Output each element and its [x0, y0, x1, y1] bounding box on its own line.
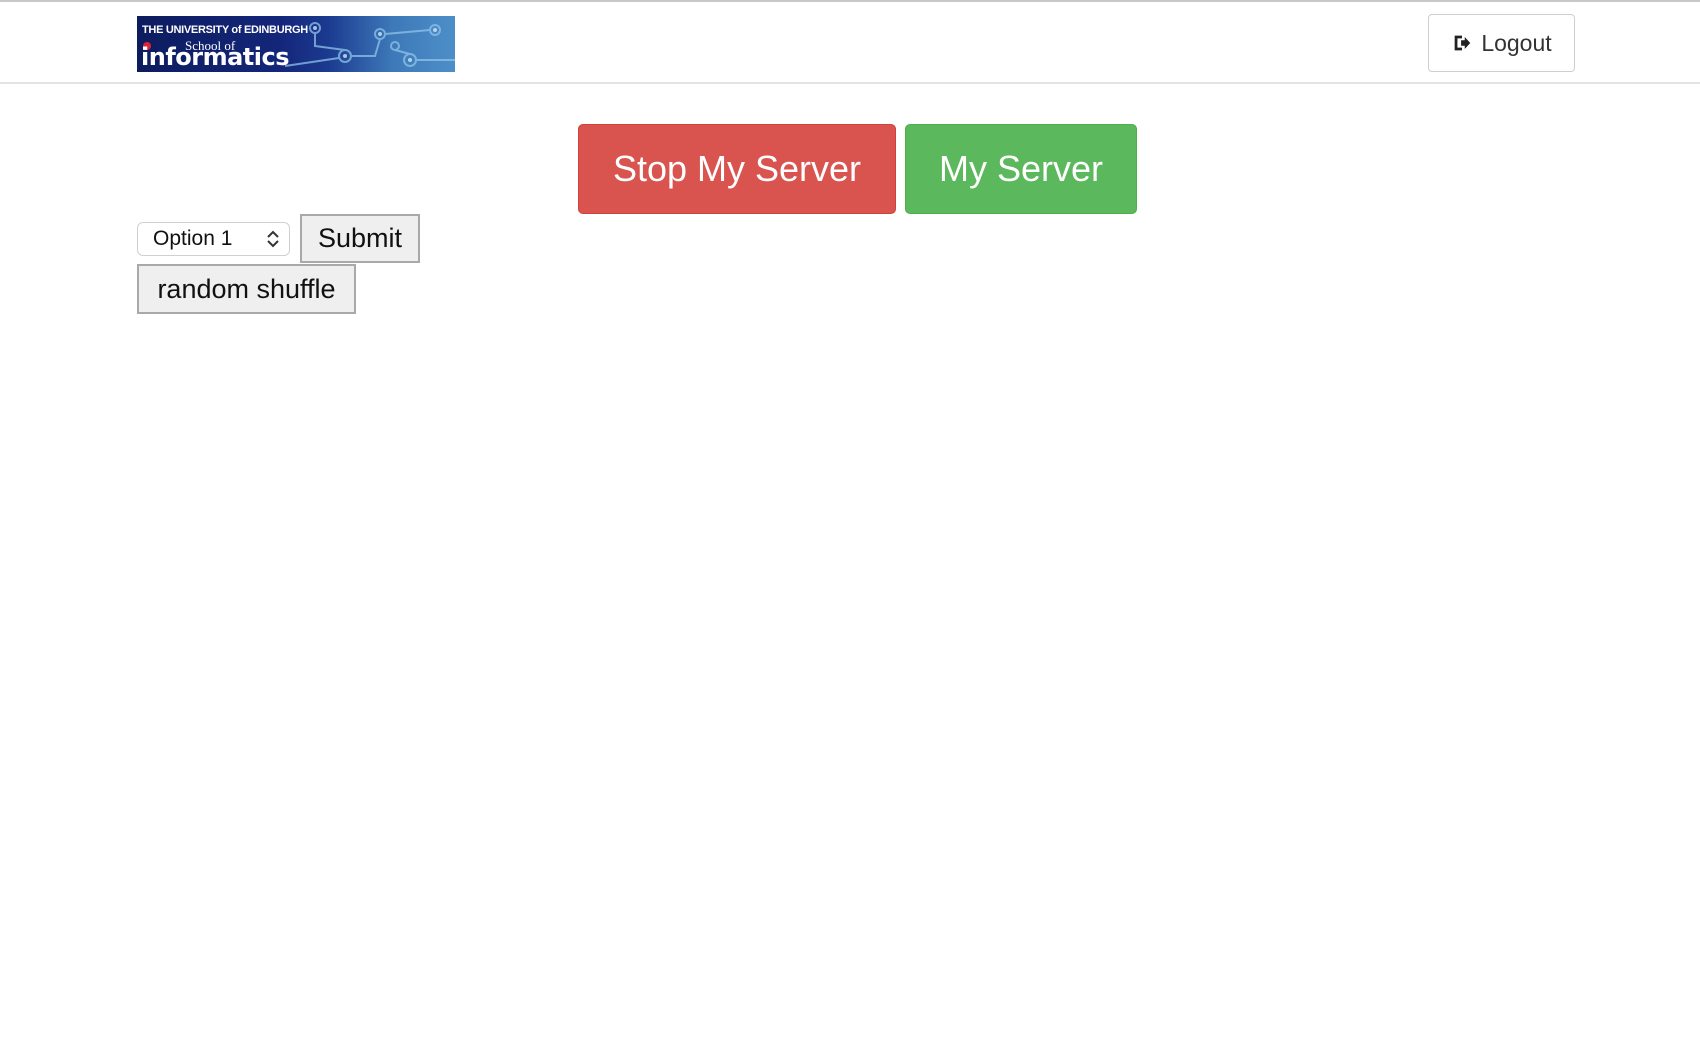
- logout-label: Logout: [1481, 29, 1552, 56]
- server-controls: Stop My Server My Server: [578, 124, 1137, 214]
- logout-button[interactable]: Logout: [1428, 14, 1575, 72]
- submit-button[interactable]: Submit: [300, 214, 420, 263]
- stop-my-server-button[interactable]: Stop My Server: [578, 124, 896, 214]
- informatics-logo[interactable]: THE UNIVERSITY of EDINBURGH School of in…: [137, 16, 455, 72]
- sign-out-icon: [1454, 35, 1471, 51]
- circuit-board-graphic: [285, 22, 455, 67]
- logo-university-text: THE UNIVERSITY of EDINBURGH: [142, 24, 308, 36]
- chevron-up-down-icon: [267, 230, 279, 247]
- my-server-button[interactable]: My Server: [905, 124, 1137, 214]
- option-select[interactable]: Option 1: [137, 221, 290, 256]
- random-shuffle-button[interactable]: random shuffle: [137, 264, 356, 314]
- option-form: Option 1 Submit: [137, 214, 420, 263]
- option-select-value: Option 1: [153, 226, 233, 250]
- navbar: THE UNIVERSITY of EDINBURGH School of in…: [0, 2, 1700, 84]
- logo-informatics-text: informatics: [141, 43, 290, 71]
